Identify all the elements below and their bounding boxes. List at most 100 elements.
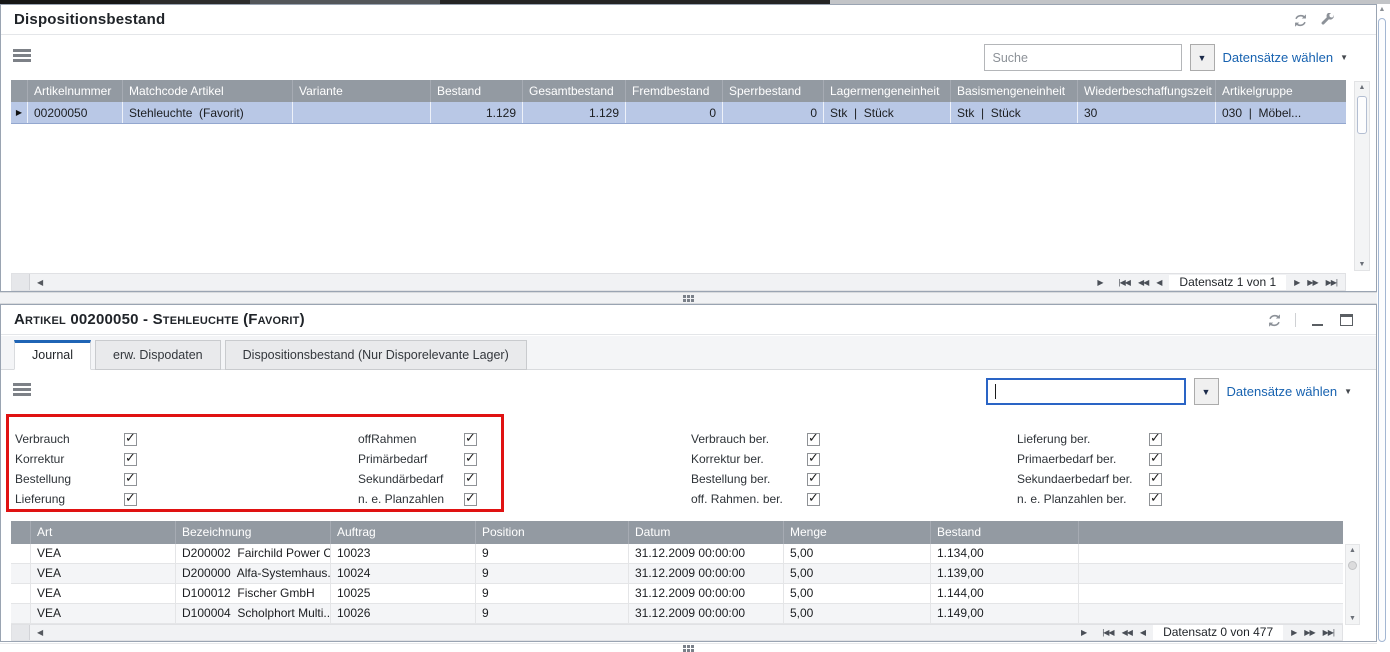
grid-cell[interactable]: 10024 [331,564,476,583]
checkbox[interactable]: ✓ [807,473,820,486]
tab-dispositionsbestand-nur-disporelevante-lager[interactable]: Dispositionsbestand (Nur Disporelevante … [225,340,527,370]
pager-expand-icon[interactable]: ▶ [1097,278,1102,287]
wrench-icon[interactable] [1320,12,1336,28]
checkbox[interactable]: ✓ [807,493,820,506]
pager-next-icon[interactable]: ▶ [1291,628,1296,637]
column-header[interactable]: Wiederbeschaffungszeit [1078,80,1216,102]
grid-cell[interactable]: 5,00 [784,564,931,583]
row-selector-cell[interactable] [11,604,31,623]
checkbox[interactable]: ✓ [464,433,477,446]
pager-last-icon[interactable]: ▶▶| [1323,628,1334,637]
checkbox[interactable]: ✓ [807,433,820,446]
grid-cell[interactable]: 31.12.2009 00:00:00 [629,584,784,603]
grid-cell[interactable]: VEA [31,564,176,583]
pager-first-icon[interactable]: |◀◀ [1119,278,1130,287]
column-header[interactable]: Bestand [931,521,1079,544]
horizontal-scrollbar[interactable]: ◀ ▶ |◀◀ ◀◀ ◀ Datensatz 0 von 477 ▶ ▶▶ ▶▶… [11,624,1343,641]
grid-cell[interactable]: VEA [31,604,176,623]
grid-cell[interactable]: 0 [626,102,723,123]
grid-cell[interactable]: 10025 [331,584,476,603]
vertical-scrollbar[interactable]: ▲ ▼ [1345,544,1360,625]
pager-expand-icon[interactable]: ▶ [1081,628,1086,637]
grid-cell[interactable]: 30 [1078,102,1216,123]
checkbox[interactable]: ✓ [464,453,477,466]
maximize-icon[interactable] [1338,312,1354,328]
pager-fast-prev-icon[interactable]: ◀◀ [1138,278,1148,287]
scroll-left-icon[interactable]: ◀ [30,278,50,287]
grid-cell[interactable]: 31.12.2009 00:00:00 [629,564,784,583]
grid-cell[interactable]: 5,00 [784,584,931,603]
row-selector-cell[interactable] [11,584,31,603]
grid-cell[interactable]: 1.129 [431,102,523,123]
table-row[interactable]: VEAD100004 Scholphort Multi...10026931.1… [11,604,1343,624]
refresh-icon[interactable] [1292,12,1308,28]
checkbox[interactable]: ✓ [124,453,137,466]
pager-last-icon[interactable]: ▶▶| [1326,278,1337,287]
column-header[interactable]: Menge [784,521,931,544]
column-header[interactable]: Bezeichnung [176,521,331,544]
grid-cell[interactable]: 00200050 [28,102,123,123]
grid-cell[interactable]: 31.12.2009 00:00:00 [629,604,784,623]
column-header[interactable]: Sperrbestand [723,80,824,102]
checkbox[interactable]: ✓ [124,493,137,506]
grid-cell[interactable]: 9 [476,604,629,623]
grid-cell[interactable]: D200002 Fairchild Power C... [176,544,331,563]
pager-next-icon[interactable]: ▶ [1294,278,1299,287]
pager-first-icon[interactable]: |◀◀ [1102,628,1113,637]
grid-cell[interactable] [293,102,431,123]
checkbox[interactable]: ✓ [124,473,137,486]
column-header[interactable]: Variante [293,80,431,102]
column-header[interactable]: Auftrag [331,521,476,544]
grid-cell[interactable]: 5,00 [784,604,931,623]
checkbox[interactable]: ✓ [1149,473,1162,486]
grid-cell[interactable]: 31.12.2009 00:00:00 [629,544,784,563]
grid-cell[interactable]: D200000 Alfa-Systemhaus... [176,564,331,583]
grid-cell[interactable]: 1.134,00 [931,544,1079,563]
grid-cell[interactable]: D100004 Scholphort Multi... [176,604,331,623]
column-header[interactable]: Bestand [431,80,523,102]
grid-cell[interactable]: 030 | Möbel... [1216,102,1346,123]
scroll-up-icon[interactable]: ▲ [1355,84,1369,91]
checkbox[interactable]: ✓ [1149,433,1162,446]
grid-cell[interactable]: Stehleuchte (Favorit) [123,102,293,123]
grid-cell[interactable]: 1.139,00 [931,564,1079,583]
column-header[interactable]: Matchcode Artikel [123,80,293,102]
checkbox[interactable]: ✓ [464,473,477,486]
scroll-thumb[interactable] [1357,96,1367,134]
grid-cell[interactable]: VEA [31,544,176,563]
column-header[interactable]: Datum [629,521,784,544]
grid-cell[interactable]: 9 [476,544,629,563]
page-scrollbar[interactable]: ▲ [1377,4,1387,648]
checkbox[interactable]: ✓ [1149,453,1162,466]
pager-prev-icon[interactable]: ◀ [1156,278,1161,287]
grid-cell[interactable]: 5,00 [784,544,931,563]
tab-journal[interactable]: Journal [14,340,91,370]
window-splitter[interactable] [0,292,1377,304]
grid-cell[interactable]: D100012 Fischer GmbH [176,584,331,603]
row-selector-cell[interactable]: ▶ [11,102,28,123]
grid-cell[interactable]: 1.149,00 [931,604,1079,623]
search-filter-button[interactable]: ▼ [1194,378,1219,405]
minimize-icon[interactable] [1309,312,1325,328]
grid-cell[interactable]: 9 [476,564,629,583]
row-selector-cell[interactable] [11,544,31,563]
column-header[interactable]: Position [476,521,629,544]
grid-cell[interactable]: 1.144,00 [931,584,1079,603]
menu-icon[interactable] [13,383,31,398]
checkbox[interactable]: ✓ [807,453,820,466]
grid-cell[interactable]: 9 [476,584,629,603]
grid-cell[interactable]: 10026 [331,604,476,623]
bottom-splitter[interactable] [0,643,1377,652]
records-select-button[interactable]: Datensätze wählen ▼ [1227,384,1353,399]
scroll-up-icon[interactable]: ▲ [1377,6,1387,13]
pager-prev-icon[interactable]: ◀ [1140,628,1145,637]
column-header[interactable]: Art [31,521,176,544]
column-header[interactable]: Artikelnummer [28,80,123,102]
grid-cell[interactable]: VEA [31,584,176,603]
page-scroll-thumb[interactable] [1378,18,1386,642]
grid-cell[interactable]: 10023 [331,544,476,563]
horizontal-scrollbar[interactable]: ◀ ▶ |◀◀ ◀◀ ◀ Datensatz 1 von 1 ▶ ▶▶ ▶▶| [11,273,1346,291]
pager-fast-prev-icon[interactable]: ◀◀ [1122,628,1132,637]
grid-cell[interactable]: 0 [723,102,824,123]
tab-erw-dispodaten[interactable]: erw. Dispodaten [95,340,221,370]
